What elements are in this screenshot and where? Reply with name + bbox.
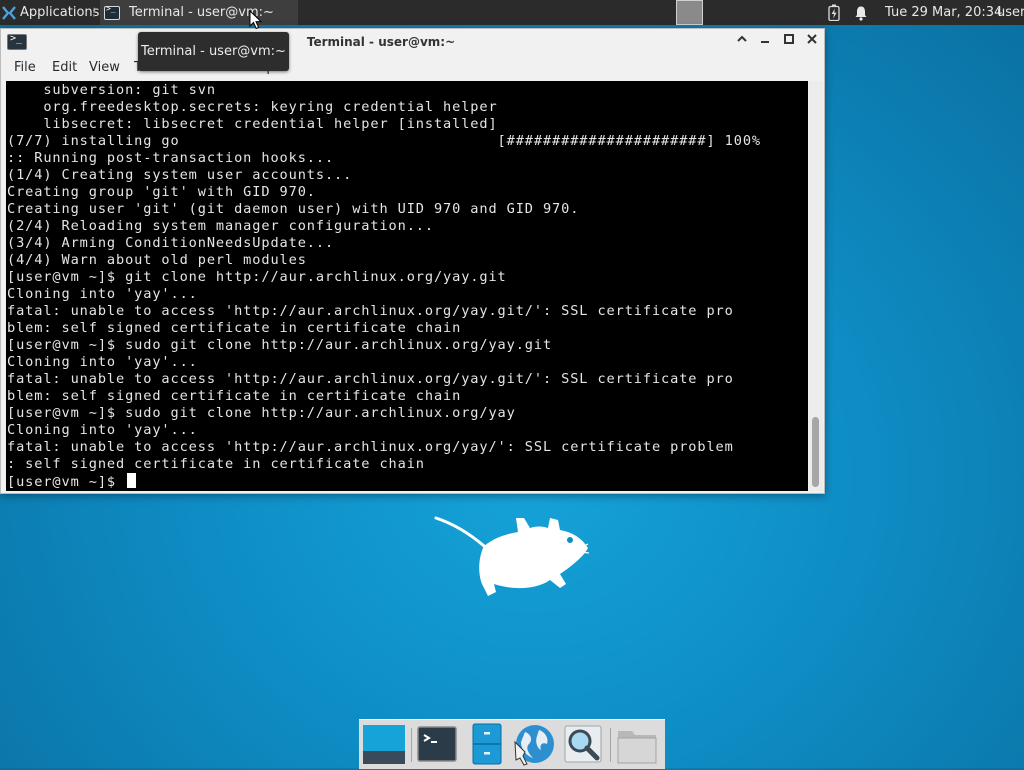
file-cabinet-icon [472,723,502,765]
xfce-mouse-logo-icon [434,516,590,596]
panel-separator: ⁝ [92,4,97,21]
minimize-button[interactable] [756,33,774,51]
minimize-icon [761,41,769,43]
terminal-line: subversion: git svn [7,82,216,98]
terminal-line: fatal: unable to access 'http://aur.arch… [7,371,734,387]
web-browser-globe-icon [514,725,554,766]
applications-menu[interactable]: Applications [2,0,99,25]
terminal-line: fatal: unable to access 'http://aur.arch… [7,303,734,319]
terminal-scrollbar[interactable] [809,81,823,491]
chevron-up-icon [737,35,747,42]
terminal-line: blem: self signed certificate in certifi… [7,320,462,336]
menu-view[interactable]: View [89,60,120,75]
terminal-line: blem: self signed certificate in certifi… [7,388,462,404]
terminal-line: org.freedesktop.secrets: keyring credent… [7,99,498,115]
mouse-pointer-icon [249,10,263,30]
battery-icon[interactable] [828,0,840,25]
maximize-button[interactable] [780,33,798,51]
terminal-line: (4/4) Warn about old perl modules [7,252,307,268]
dock-web-browser-launcher[interactable] [511,722,555,766]
terminal-prompt: [user@vm ~]$ [7,474,126,490]
clock[interactable]: Tue 29 Mar, 20:34 [885,0,1002,25]
terminal-line: (2/4) Reloading system manager configura… [7,218,434,234]
top-panel: Applications ⁝ Terminal - user@vm:~ Tue … [0,0,1024,25]
dock-file-manager-launcher[interactable] [465,722,509,766]
dock-separator [411,728,412,762]
window-titlebar[interactable]: Terminal - user@vm:~ [1,29,824,56]
show-desktop-button[interactable] [362,722,406,766]
terminal-line: :: Running post-transaction hooks... [7,150,335,166]
dock-terminal-launcher[interactable] [415,722,459,766]
dock-home-folder-launcher[interactable] [615,722,659,766]
shade-button[interactable] [733,33,751,51]
search-icon [564,725,602,763]
scrollbar-thumb[interactable] [812,417,819,487]
menu-bar: File Edit View Terminal Tabs Help [1,57,824,79]
terminal-output[interactable]: subversion: git svn org.freedesktop.secr… [6,81,808,491]
terminal-line: fatal: unable to access 'http://aur.arch… [7,439,734,455]
dock [359,719,665,769]
terminal-line: [user@vm ~]$ sudo git clone http://aur.a… [7,405,516,421]
terminal-line: [user@vm ~]$ git clone http://aur.archli… [7,269,507,285]
dock-app-finder-launcher[interactable] [561,722,605,766]
taskbar-tooltip: Terminal - user@vm:~ [138,32,289,71]
xfce-logo-icon [2,5,16,20]
menu-edit[interactable]: Edit [52,60,77,75]
window-title: Terminal - user@vm:~ [306,35,456,49]
workspace-switcher[interactable] [676,0,703,25]
terminal-line: Creating user 'git' (git daemon user) wi… [7,201,580,217]
applications-label: Applications [20,5,100,20]
user-menu[interactable]: user [997,0,1024,25]
terminal-line: (1/4) Creating system user accounts... [7,167,353,183]
terminal-line: [user@vm ~]$ sudo git clone http://aur.a… [7,337,553,353]
terminal-line: libsecret: libsecret credential helper [… [7,116,498,132]
close-button[interactable] [803,33,821,51]
folder-icon [617,731,657,764]
notification-bell-icon[interactable] [854,0,868,25]
terminal-icon [104,4,120,20]
terminal-line: Cloning into 'yay'... [7,286,198,302]
show-desktop-icon [363,725,405,764]
terminal-line: Cloning into 'yay'... [7,422,198,438]
menu-file[interactable]: File [14,60,36,75]
terminal-line: (3/4) Arming ConditionNeedsUpdate... [7,235,335,251]
terminal-line: Cloning into 'yay'... [7,354,198,370]
maximize-icon [784,34,794,44]
terminal-window: Terminal - user@vm:~ File Edit View Term… [0,28,825,494]
taskbar-button-terminal[interactable]: Terminal - user@vm:~ [100,0,298,25]
terminal-icon [417,726,457,762]
close-icon [807,34,817,44]
terminal-line: (7/7) installing go [###################… [7,133,761,149]
terminal-cursor [127,473,137,488]
terminal-line: Creating group 'git' with GID 970. [7,184,316,200]
terminal-line: : self signed certificate in certificate… [7,456,425,472]
dock-separator [610,728,611,762]
